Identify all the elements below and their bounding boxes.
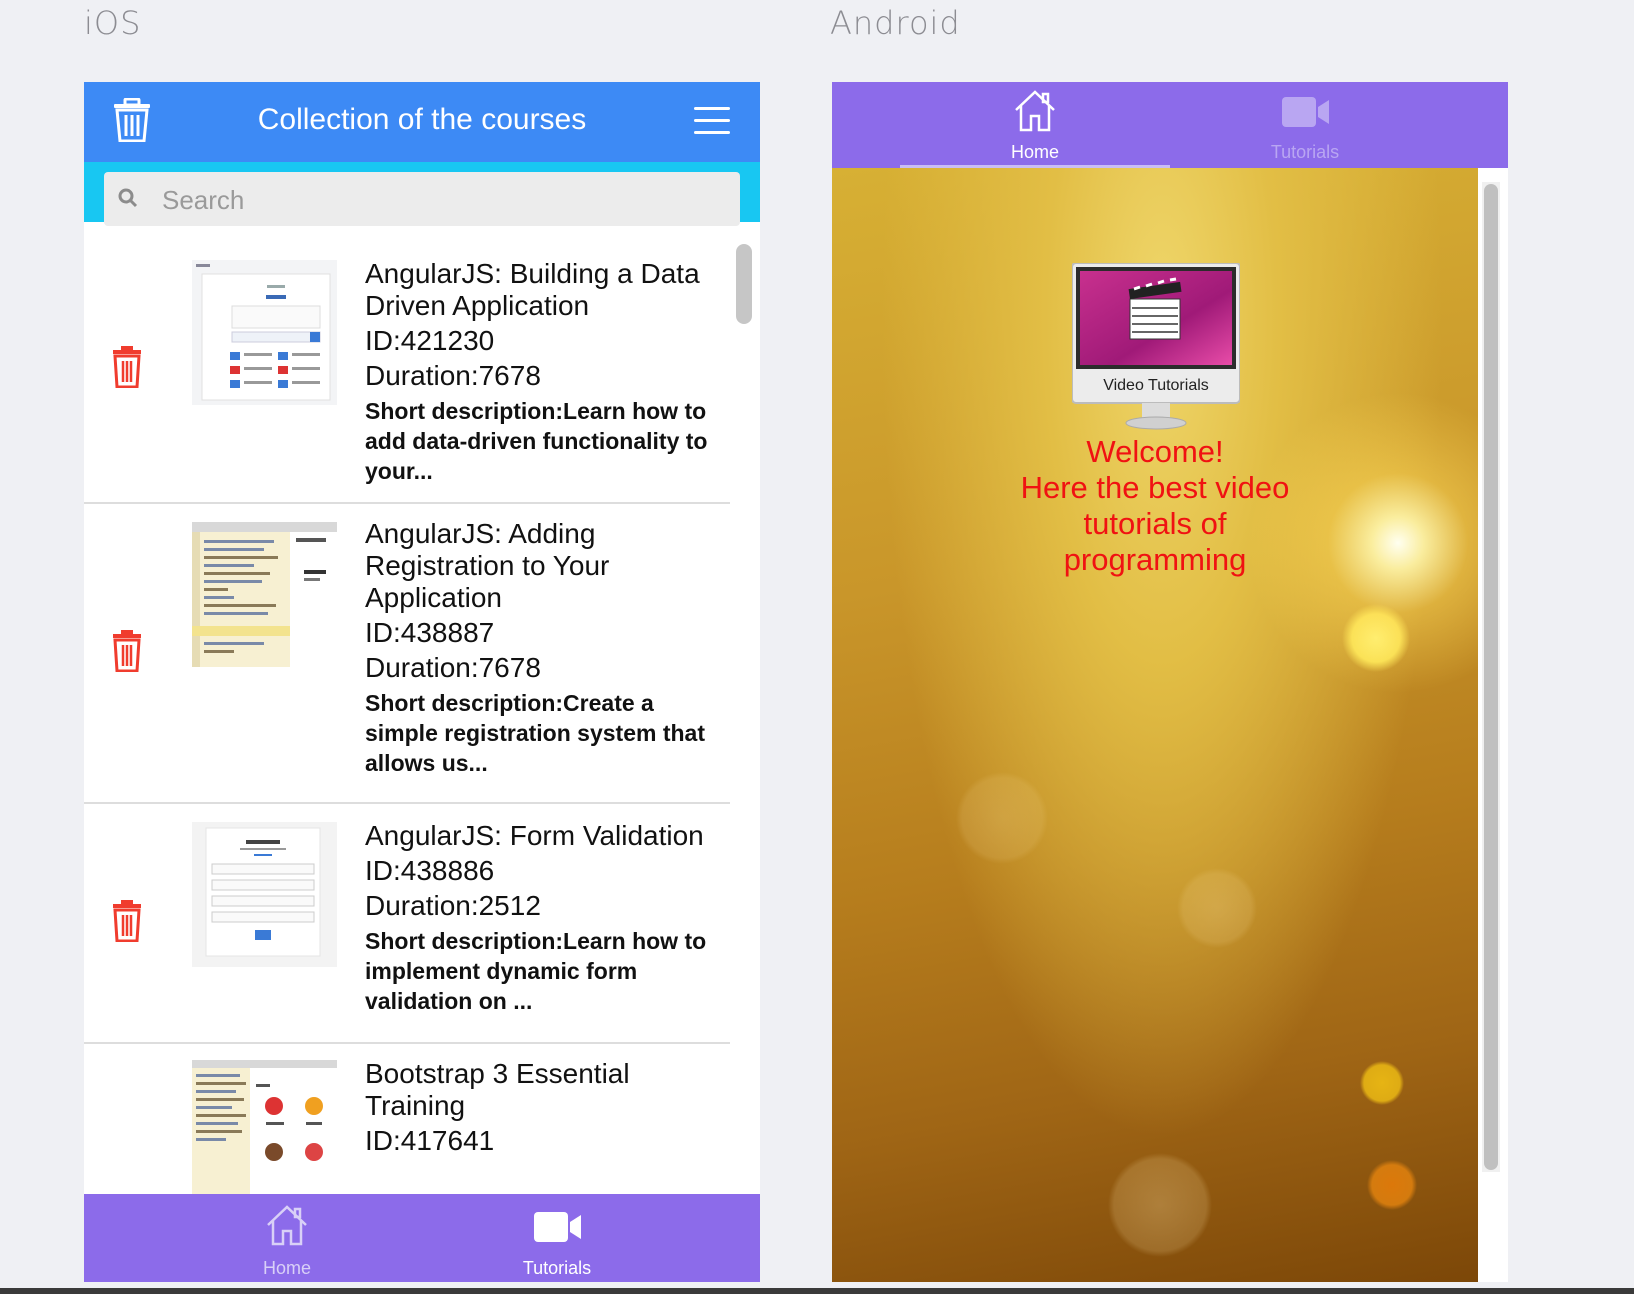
course-title: AngularJS: Building a Data Driven Applic… xyxy=(365,258,700,321)
delete-icon[interactable] xyxy=(112,900,142,947)
course-id: ID:417641 xyxy=(365,1125,495,1156)
ios-screen: Collection of the courses Search Angular… xyxy=(84,82,760,1282)
course-title: AngularJS: Adding Registration to Your A… xyxy=(365,518,610,613)
course-description: Short description:Create a simple regist… xyxy=(365,690,705,776)
welcome-line: programming xyxy=(1063,542,1247,577)
android-tab-bar: Home Tutorials xyxy=(832,82,1508,168)
hamburger-menu-icon[interactable] xyxy=(694,107,730,135)
course-thumbnail xyxy=(192,822,337,967)
delete-icon[interactable] xyxy=(112,346,142,393)
delete-icon[interactable] xyxy=(112,630,142,677)
course-title: AngularJS: Form Validation xyxy=(365,820,704,851)
tab-home[interactable]: Home xyxy=(187,1194,387,1282)
bottom-strip xyxy=(0,1288,1634,1294)
list-scrollbar[interactable] xyxy=(736,244,752,324)
search-placeholder: Search xyxy=(162,185,245,215)
course-row[interactable]: AngularJS: Adding Registration to Your A… xyxy=(84,504,730,804)
tab-tutorials-label: Tutorials xyxy=(1270,142,1340,162)
course-description: Short description:Learn how to add data-… xyxy=(365,398,708,484)
course-text: AngularJS: Adding Registration to Your A… xyxy=(365,518,720,778)
course-id: ID:438886 xyxy=(365,855,495,886)
tab-tutorials[interactable]: Tutorials xyxy=(457,1194,657,1282)
android-platform-label: Android xyxy=(830,4,961,42)
welcome-message: Welcome! Here the best video tutorials o… xyxy=(832,434,1478,578)
android-screen: Home Tutorials Video Tutorials Welcome! … xyxy=(832,82,1508,1282)
course-row[interactable]: AngularJS: Form Validation ID:438886 Dur… xyxy=(84,804,730,1044)
welcome-line: Welcome! xyxy=(1086,434,1224,469)
monitor-caption: Video Tutorials xyxy=(1103,377,1209,394)
course-duration: Duration:7678 xyxy=(365,360,541,391)
content-scrollbar[interactable] xyxy=(1484,184,1498,1170)
course-id: ID:421230 xyxy=(365,325,495,356)
search-icon xyxy=(118,188,138,208)
ios-header: Collection of the courses xyxy=(84,82,760,162)
course-row[interactable]: AngularJS: Building a Data Driven Applic… xyxy=(84,240,730,504)
course-row[interactable]: Bootstrap 3 Essential Training ID:417641 xyxy=(84,1044,730,1194)
course-thumbnail xyxy=(192,1060,337,1194)
welcome-line: tutorials of xyxy=(1083,506,1227,541)
course-thumbnail xyxy=(192,522,337,667)
search-bar: Search xyxy=(84,162,760,226)
welcome-panel[interactable]: Video Tutorials Welcome! Here the best v… xyxy=(832,168,1478,1282)
course-id: ID:438887 xyxy=(365,617,495,648)
page-title: Collection of the courses xyxy=(257,103,587,136)
welcome-line: Here the best video xyxy=(1020,470,1290,505)
course-text: Bootstrap 3 Essential Training ID:417641 xyxy=(365,1058,720,1157)
course-description: Short description:Learn how to implement… xyxy=(365,928,707,1014)
video-camera-icon xyxy=(1282,96,1330,133)
ios-tab-bar: Home Tutorials xyxy=(84,1194,760,1282)
course-list[interactable]: AngularJS: Building a Data Driven Applic… xyxy=(84,240,730,1194)
tab-tutorials-label: Tutorials xyxy=(522,1258,592,1278)
ios-platform-label: iOS xyxy=(84,4,142,42)
tab-tutorials[interactable]: Tutorials xyxy=(1205,82,1405,170)
course-duration: Duration:2512 xyxy=(365,890,541,921)
tab-home-label: Home xyxy=(1010,142,1059,162)
course-text: AngularJS: Form Validation ID:438886 Dur… xyxy=(365,820,720,1016)
course-text: AngularJS: Building a Data Driven Applic… xyxy=(365,258,720,486)
course-title: Bootstrap 3 Essential Training xyxy=(365,1058,630,1121)
course-duration: Duration:7678 xyxy=(365,652,541,683)
home-icon xyxy=(265,1204,309,1251)
search-input[interactable]: Search xyxy=(104,172,740,226)
tab-home-label: Home xyxy=(262,1258,311,1278)
course-thumbnail xyxy=(192,260,337,405)
video-camera-icon xyxy=(534,1211,582,1248)
home-icon xyxy=(1013,88,1057,137)
video-tutorials-monitor-image: Video Tutorials xyxy=(1071,262,1241,433)
tab-home[interactable]: Home xyxy=(935,82,1135,170)
